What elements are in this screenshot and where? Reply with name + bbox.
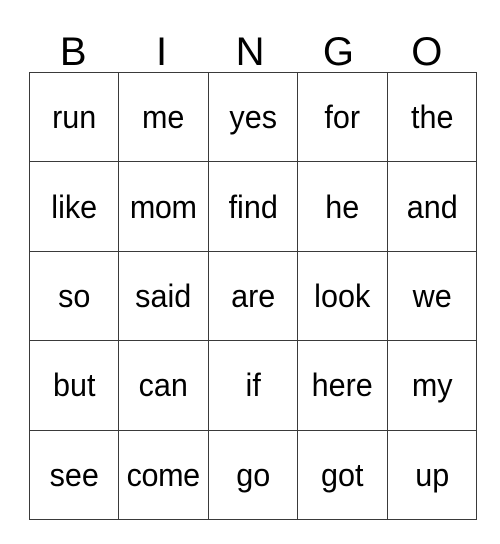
bingo-cell-i5[interactable]: come [118,429,209,520]
bingo-cell-i1[interactable]: me [118,71,209,163]
bingo-cell-b4[interactable]: but [28,340,120,431]
bingo-cell-word: me [142,99,185,136]
bingo-cell-word: if [245,367,261,404]
bingo-cell-word: come [126,456,201,493]
bingo-cell-g4[interactable]: here [297,340,388,431]
bingo-cell-word: see [49,456,99,493]
bingo-cell-o2[interactable]: and [386,161,477,252]
bingo-cell-g3[interactable]: look [297,250,388,342]
bingo-cell-word: mom [130,188,197,225]
bingo-cell-word: are [230,277,276,314]
bingo-row: but can if here my [28,340,477,431]
bingo-row: see come go got up [28,429,477,520]
bingo-cell-n5[interactable]: go [207,429,299,520]
bingo-cell-o3[interactable]: we [386,250,477,342]
bingo-cell-word: got [321,456,364,493]
bingo-cell-o5[interactable]: up [386,429,477,520]
bingo-header-letter-i: I [156,30,168,74]
bingo-header-row: B I N G O [29,22,471,72]
bingo-cell-b3[interactable]: so [28,250,120,342]
bingo-header-letter-g: G [322,30,354,74]
bingo-cell-word: but [52,367,96,404]
bingo-cell-g1[interactable]: for [297,71,388,163]
bingo-header-letter-o: O [411,30,443,74]
bingo-cell-o4[interactable]: my [386,340,477,431]
bingo-cell-g5[interactable]: got [297,429,388,520]
bingo-cell-word: for [324,99,361,136]
bingo-cell-word: the [410,99,453,136]
bingo-cell-g2[interactable]: he [297,161,388,252]
bingo-cell-o1[interactable]: the [386,71,477,163]
bingo-grid: run me yes for the like mom find he and … [28,71,477,520]
bingo-cell-word: he [325,188,360,225]
bingo-cell-word: said [135,277,192,314]
bingo-card: B I N G O run me yes for the like mom fi… [28,22,477,520]
bingo-cell-i4[interactable]: can [118,340,209,431]
bingo-cell-word: find [228,188,278,225]
bingo-cell-word: we [412,277,452,314]
bingo-cell-word: yes [229,99,277,136]
bingo-cell-word: my [411,367,453,404]
bingo-cell-n4[interactable]: if [207,340,299,431]
bingo-cell-word: go [235,456,270,493]
bingo-cell-n1[interactable]: yes [207,71,299,163]
bingo-cell-word: up [414,456,449,493]
bingo-header-letter-b: B [59,30,87,74]
bingo-header-letter-n: N [235,30,265,74]
bingo-cell-b2[interactable]: like [28,161,120,252]
bingo-row: run me yes for the [28,71,477,163]
bingo-cell-word: and [406,188,458,225]
bingo-cell-i2[interactable]: mom [118,161,209,252]
bingo-cell-b5[interactable]: see [28,429,120,520]
bingo-cell-i3[interactable]: said [118,250,209,342]
bingo-row: like mom find he and [28,161,477,252]
bingo-cell-word: here [311,367,373,404]
bingo-cell-word: look [314,277,371,314]
bingo-cell-word: can [138,367,189,404]
bingo-cell-b1[interactable]: run [28,71,120,163]
bingo-row: so said are look we [28,250,477,342]
bingo-cell-n3[interactable]: are [207,250,299,342]
bingo-cell-word: like [51,188,98,225]
bingo-cell-n2[interactable]: find [207,161,299,252]
bingo-cell-word: so [58,277,91,314]
bingo-cell-word: run [52,99,97,136]
